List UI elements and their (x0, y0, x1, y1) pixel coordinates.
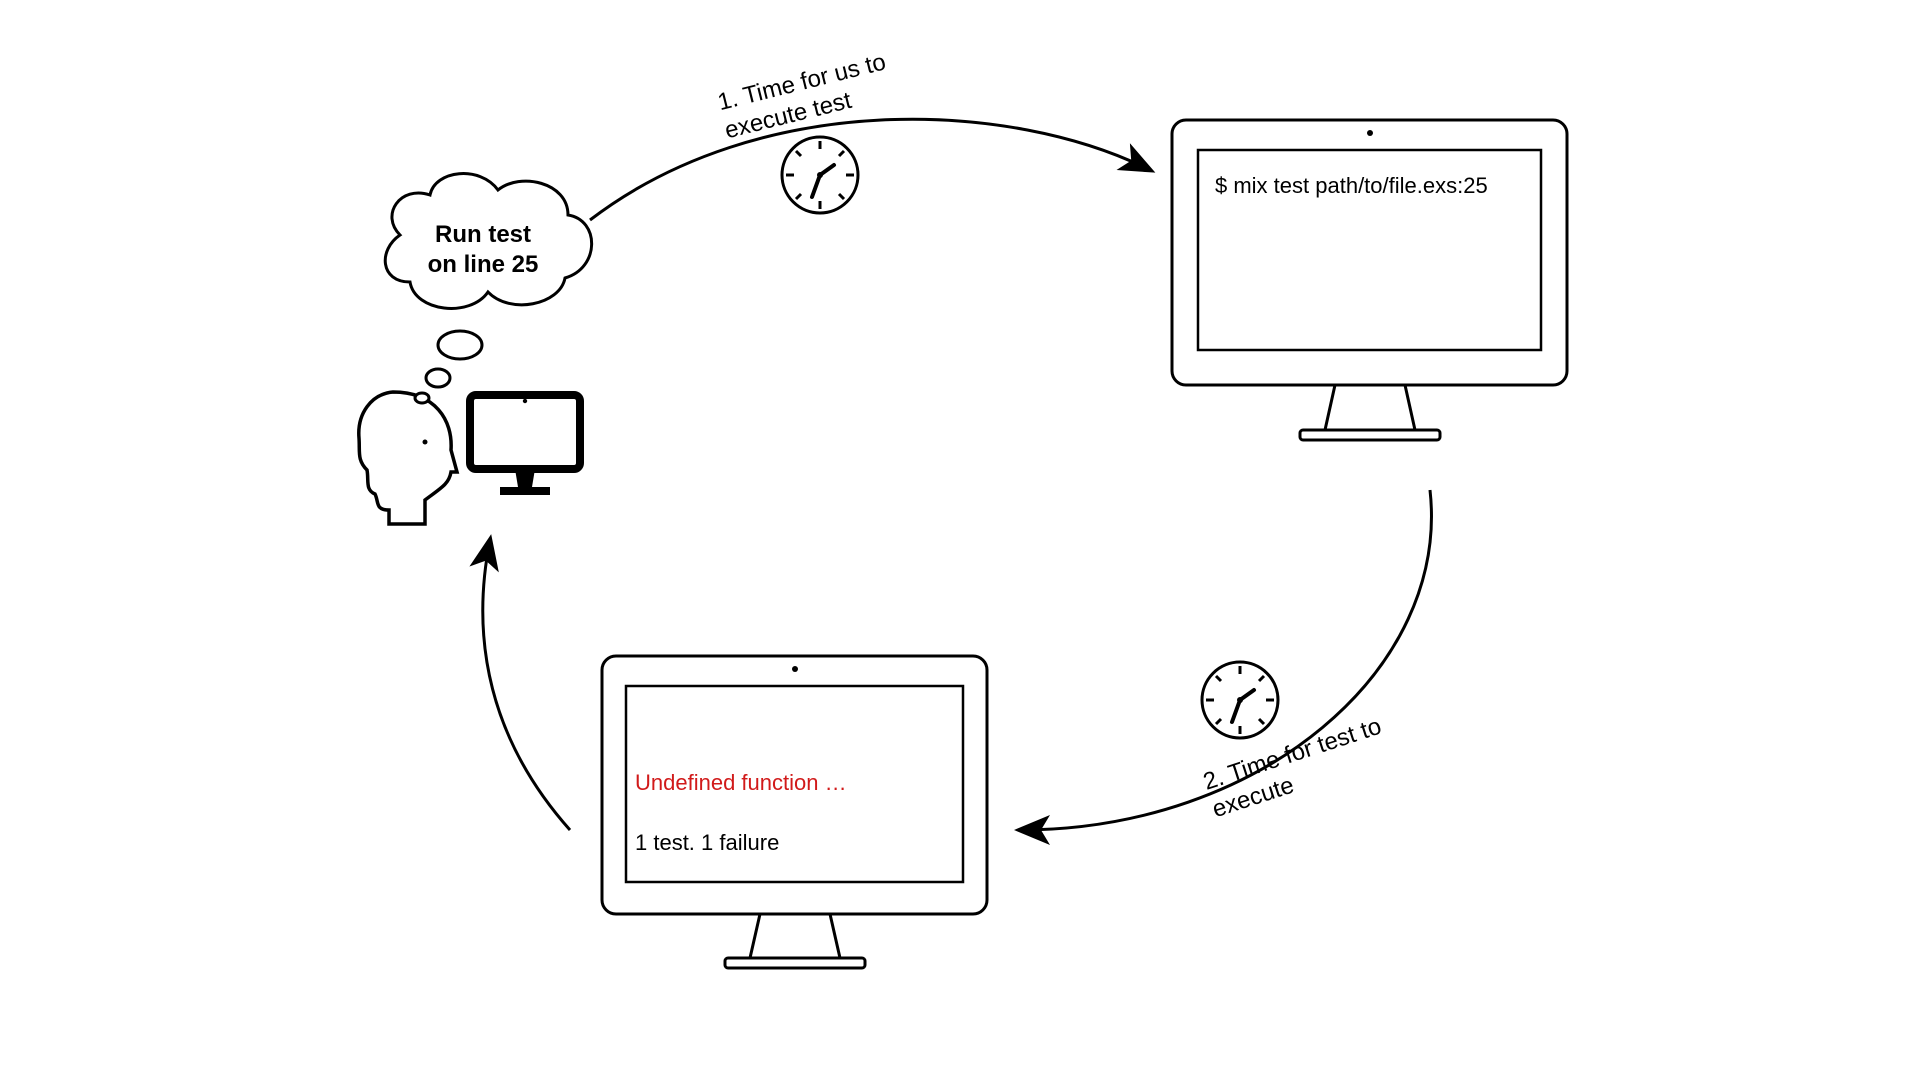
monitor-top-icon (1172, 120, 1567, 440)
arrow-step3 (483, 540, 570, 830)
bottom-terminal-summary: 1 test. 1 failure (635, 830, 779, 856)
top-terminal-text: $ mix test path/to/file.exs:25 (1215, 173, 1535, 199)
thought-bubble-icon (385, 174, 591, 403)
thought-line1: Run test (435, 221, 531, 248)
clock-icon (1202, 662, 1278, 738)
bottom-terminal-error: Undefined function … (635, 770, 847, 796)
thought-text: Run test on line 25 (368, 220, 598, 280)
clock-icon (782, 137, 858, 213)
arrow2-label: 2. Time for test to execute (1200, 713, 1394, 825)
thought-line2: on line 25 (428, 251, 539, 278)
person-icon (359, 392, 457, 524)
small-monitor-icon (470, 395, 580, 495)
diagram-stage: Run test on line 25 1. Time for us to ex… (0, 0, 1920, 1080)
arrow1-label: 1. Time for us to execute test (715, 48, 896, 146)
monitor-bottom-icon (602, 656, 987, 968)
diagram-svg (0, 0, 1920, 1080)
arrow-step1 (590, 119, 1150, 220)
